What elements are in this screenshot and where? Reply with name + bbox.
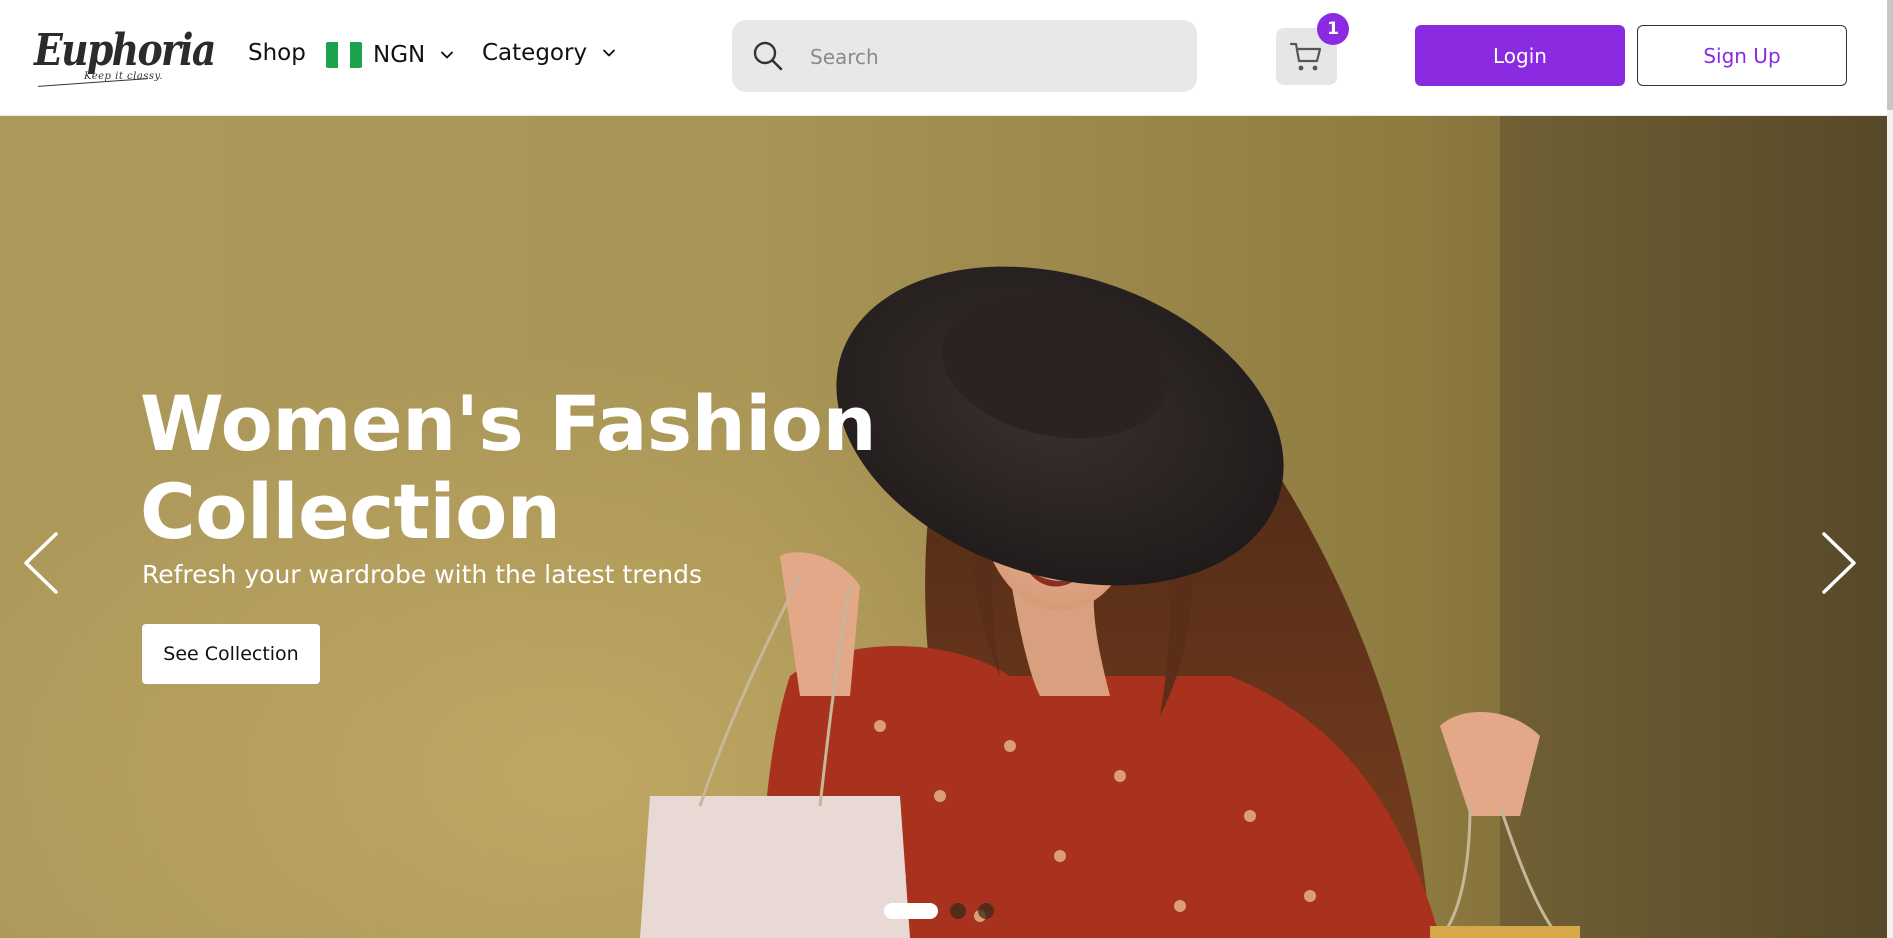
- nav-shop-link[interactable]: Shop: [248, 40, 306, 66]
- cart-icon: [1289, 42, 1322, 71]
- arrow-right-icon[interactable]: [1818, 528, 1862, 598]
- chevron-down-icon: [441, 51, 454, 59]
- cart-count-badge: 1: [1317, 13, 1349, 45]
- hero-carousel: Women's Fashion Collection Refresh your …: [0, 116, 1893, 938]
- search-input[interactable]: [808, 36, 1182, 78]
- logo-wordmark: Euphoria: [34, 25, 216, 76]
- logo-tagline: Keep it classy.: [84, 71, 164, 82]
- carousel-dot-1[interactable]: [884, 903, 938, 919]
- chevron-down-icon: [603, 49, 615, 57]
- currency-selector[interactable]: NGN: [326, 40, 454, 70]
- see-collection-button[interactable]: See Collection: [142, 624, 320, 684]
- site-header: Euphoria Keep it classy. Shop NGN Catego…: [0, 0, 1893, 116]
- hero-title: Women's Fashion Collection: [140, 379, 877, 556]
- search-icon[interactable]: [752, 40, 784, 72]
- hero-subtitle: Refresh your wardrobe with the latest tr…: [142, 560, 703, 589]
- page-scrollbar-track[interactable]: [1887, 0, 1893, 938]
- nigeria-flag-icon: [326, 42, 362, 68]
- page-scrollbar-thumb[interactable]: [1887, 0, 1893, 110]
- currency-label: NGN: [373, 42, 426, 68]
- signup-button[interactable]: Sign Up: [1637, 25, 1847, 86]
- login-button[interactable]: Login: [1415, 25, 1625, 86]
- logo[interactable]: Euphoria Keep it classy.: [34, 26, 216, 90]
- carousel-dot-2[interactable]: [950, 903, 966, 919]
- carousel-dot-3[interactable]: [978, 903, 994, 919]
- category-dropdown[interactable]: Category: [482, 40, 615, 66]
- category-label: Category: [482, 40, 588, 66]
- search-bar: [732, 20, 1197, 92]
- carousel-indicators: [884, 903, 994, 919]
- arrow-left-icon[interactable]: [18, 528, 62, 598]
